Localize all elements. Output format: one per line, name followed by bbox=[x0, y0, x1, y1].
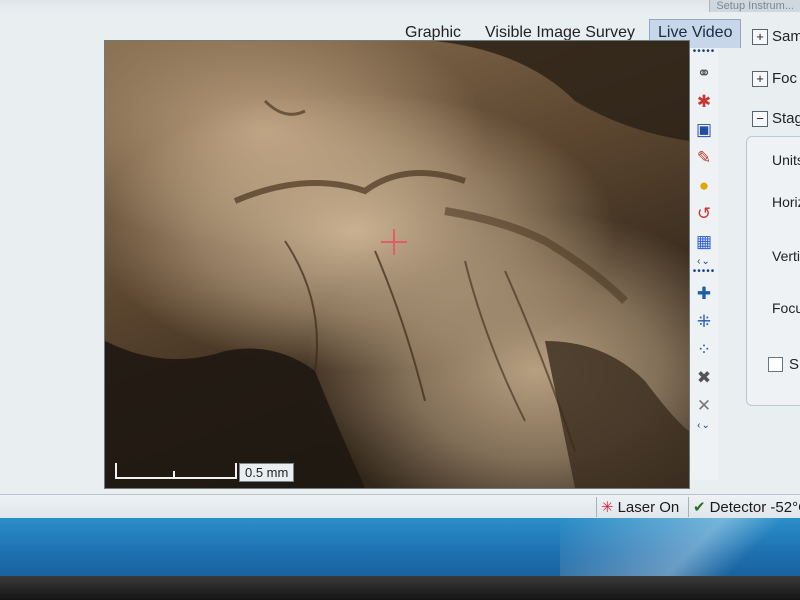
lightbulb-icon[interactable]: ● bbox=[692, 174, 716, 198]
window-top-strip: Setup Instrum... bbox=[0, 0, 800, 14]
section-stage[interactable]: − Stag bbox=[752, 110, 800, 127]
detector-icon: ✔ bbox=[693, 499, 706, 516]
stage-horizontal-label: Horiz bbox=[772, 194, 800, 210]
crosshair-marker bbox=[381, 229, 407, 255]
settings-panel: + Sam + Foc − Stag Units Horiz Verti Foc… bbox=[742, 18, 800, 406]
expand-icon[interactable]: + bbox=[752, 70, 768, 87]
section-focus-label: Foc bbox=[772, 70, 798, 87]
image-toolbar: ••••• ⚭ ✱ ▣ ✎ ● ↺ ▦ ‹⌄ ••••• ✚ ⁜ ⁘ ✖ ✕ ‹… bbox=[690, 46, 718, 480]
grid-icon[interactable]: ▦ bbox=[692, 230, 716, 254]
live-video-viewport[interactable]: 0.5 mm bbox=[104, 40, 690, 489]
save-icon[interactable]: ▣ bbox=[692, 118, 716, 142]
stage-checkbox-label: S bbox=[789, 356, 800, 373]
expand-icon[interactable]: + bbox=[752, 28, 768, 45]
tools-icon[interactable]: ✎ bbox=[692, 146, 716, 170]
laser-status: ✳ Laser On bbox=[596, 497, 679, 517]
stage-checkbox-row[interactable]: S bbox=[768, 356, 799, 373]
camera-capture-icon[interactable]: ✱ bbox=[692, 90, 716, 114]
toolbar-more-icon-2[interactable]: ‹⌄ bbox=[690, 421, 718, 432]
add-point-icon[interactable]: ✚ bbox=[692, 282, 716, 306]
camera-link-icon[interactable]: ⚭ bbox=[692, 62, 716, 86]
delete-icon[interactable]: ✖ bbox=[692, 366, 716, 390]
section-focus[interactable]: + Foc bbox=[752, 70, 797, 87]
undo-icon[interactable]: ↺ bbox=[692, 202, 716, 226]
toolbar-grip: ••••• bbox=[692, 46, 716, 57]
section-sample[interactable]: + Sam bbox=[752, 28, 800, 45]
sample-image bbox=[105, 41, 689, 488]
scale-bar-label: 0.5 mm bbox=[239, 463, 295, 482]
detector-status: ✔ Detector -52°C bbox=[688, 497, 800, 517]
stage-focus-label: Focu bbox=[772, 300, 800, 316]
add-random-points-icon[interactable]: ⁘ bbox=[692, 338, 716, 362]
section-stage-label: Stag bbox=[772, 110, 800, 127]
window-title-fragment: Setup Instrum... bbox=[709, 0, 800, 12]
stage-units-label: Units bbox=[772, 152, 800, 168]
monitor-bezel bbox=[0, 576, 800, 600]
detector-status-text: Detector -52°C bbox=[709, 498, 800, 516]
laser-status-text: Laser On bbox=[617, 498, 680, 516]
scale-bar: 0.5 mm bbox=[115, 463, 295, 483]
delete-selected-icon[interactable]: ✕ bbox=[692, 394, 716, 418]
collapse-icon[interactable]: − bbox=[752, 110, 768, 127]
section-sample-label: Sam bbox=[772, 28, 800, 45]
laser-icon: ✳ bbox=[601, 499, 614, 516]
status-bar: ✳ Laser On ✔ Detector -52°C bbox=[0, 494, 800, 519]
add-grid-points-icon[interactable]: ⁜ bbox=[692, 310, 716, 334]
toolbar-grip-2: ••••• bbox=[692, 266, 716, 277]
stage-vertical-label: Verti bbox=[772, 248, 800, 264]
stage-checkbox[interactable] bbox=[768, 357, 783, 372]
